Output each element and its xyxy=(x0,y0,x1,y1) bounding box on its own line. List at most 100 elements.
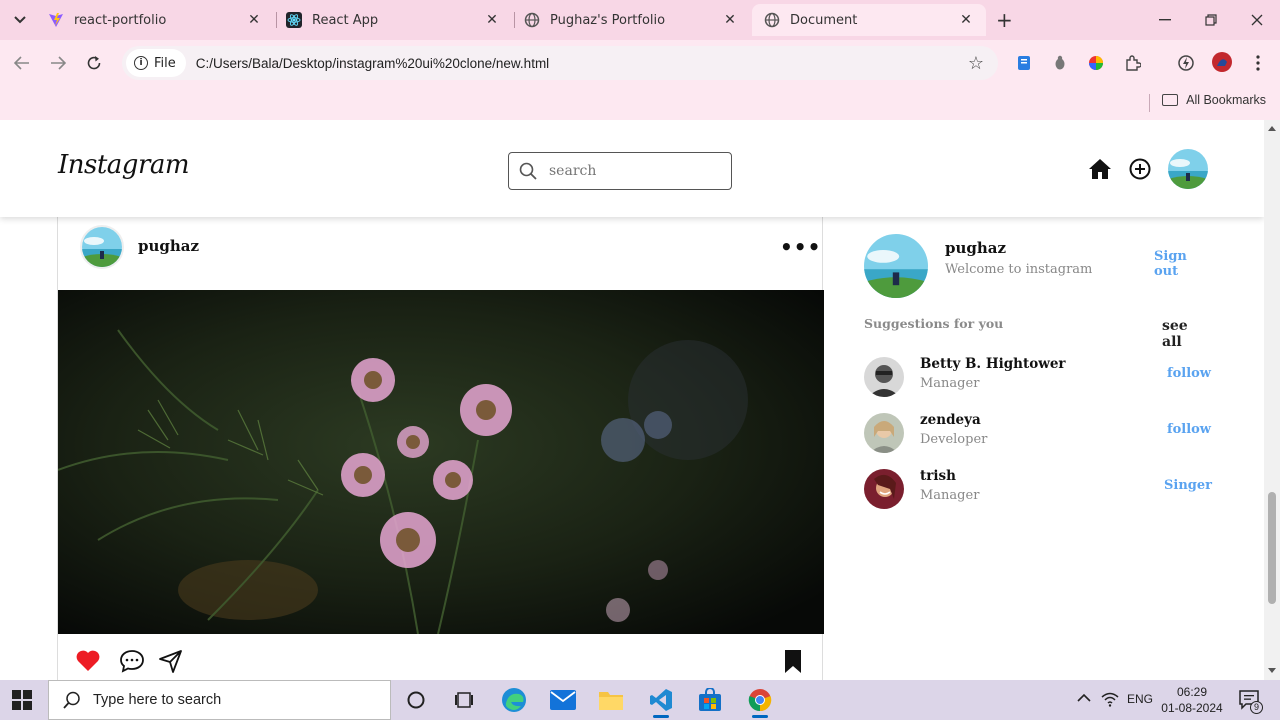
minimize-button[interactable] xyxy=(1153,8,1177,32)
mail-icon[interactable] xyxy=(549,686,577,714)
extensions-puzzle-icon[interactable] xyxy=(1124,54,1142,72)
active-app-indicator xyxy=(752,715,768,718)
suggestion-avatar[interactable] xyxy=(864,357,904,397)
clock-date: 01-08-2024 xyxy=(1161,701,1223,715)
arrow-left-icon xyxy=(14,56,29,70)
close-tab-icon[interactable]: ✕ xyxy=(722,12,738,28)
close-window-button[interactable] xyxy=(1245,8,1269,32)
menu-kebab-icon[interactable] xyxy=(1249,54,1267,72)
suggestion-name[interactable]: trish xyxy=(920,468,956,484)
extension-bug-icon[interactable] xyxy=(1051,54,1069,72)
add-post-icon[interactable] xyxy=(1128,157,1152,181)
follow-link[interactable]: follow xyxy=(1167,422,1211,437)
new-tab-button[interactable]: + xyxy=(996,10,1013,30)
site-info-chip[interactable]: i File xyxy=(126,49,186,77)
profile-avatar-icon[interactable] xyxy=(1212,52,1232,72)
sign-out-link[interactable]: Sign out xyxy=(1154,249,1209,279)
see-all-link[interactable]: see all xyxy=(1162,318,1209,350)
home-icon[interactable] xyxy=(1088,157,1112,181)
edge-icon[interactable] xyxy=(500,686,528,714)
heart-icon[interactable] xyxy=(75,648,101,674)
info-icon: i xyxy=(134,56,148,70)
arrow-right-icon xyxy=(51,56,66,70)
active-app-indicator xyxy=(653,715,669,718)
suggestion-role: Manager xyxy=(920,376,980,391)
tab-pughaz-portfolio[interactable]: Pughaz's Portfolio ✕ xyxy=(512,4,750,36)
forward-button[interactable] xyxy=(47,52,69,74)
profile-username[interactable]: pughaz xyxy=(945,239,1006,257)
post-image[interactable] xyxy=(58,290,824,634)
reload-button[interactable] xyxy=(83,52,105,74)
post-username[interactable]: pughaz xyxy=(138,237,199,255)
close-tab-icon[interactable]: ✕ xyxy=(484,12,500,28)
search-input[interactable] xyxy=(549,163,709,179)
follow-link[interactable]: Singer xyxy=(1164,478,1212,493)
react-icon xyxy=(286,12,302,28)
tab-react-portfolio[interactable]: react-portfolio ✕ xyxy=(36,4,274,36)
search-box[interactable] xyxy=(508,152,732,190)
url-text[interactable]: C:/Users/Bala/Desktop/instagram%20ui%20c… xyxy=(196,56,549,71)
avatar-portrait-image xyxy=(864,469,904,509)
windows-start-icon[interactable] xyxy=(12,690,32,710)
suggestion-name[interactable]: zendeya xyxy=(920,412,981,428)
scroll-up-icon[interactable] xyxy=(1268,126,1276,131)
performance-icon[interactable] xyxy=(1177,54,1195,72)
page-scrollbar[interactable] xyxy=(1264,120,1280,680)
sidebar: pughaz Welcome to instagram Sign out Sug… xyxy=(864,217,1212,517)
bookmark-star-icon[interactable]: ☆ xyxy=(968,53,984,74)
suggestion-name[interactable]: Betty B. Hightower xyxy=(920,356,1066,372)
taskbar-search[interactable]: Type here to search xyxy=(48,680,391,720)
close-tab-icon[interactable]: ✕ xyxy=(246,12,262,28)
task-view-icon[interactable] xyxy=(450,686,478,714)
more-options-icon[interactable]: ••• xyxy=(780,235,821,259)
cortana-icon[interactable] xyxy=(402,686,430,714)
suggestion-avatar[interactable] xyxy=(864,413,904,453)
tab-search-button[interactable] xyxy=(8,8,32,32)
scroll-thumb[interactable] xyxy=(1268,492,1276,604)
store-icon[interactable] xyxy=(696,686,724,714)
extension-color-icon[interactable] xyxy=(1087,54,1105,72)
post-actions xyxy=(58,648,824,678)
minimize-icon xyxy=(1159,19,1171,21)
comment-icon[interactable] xyxy=(119,648,145,674)
share-icon[interactable] xyxy=(158,648,184,674)
header-avatar[interactable] xyxy=(1168,149,1208,189)
tab-title: Pughaz's Portfolio xyxy=(550,12,666,28)
avatar-portrait-image xyxy=(864,413,904,453)
tab-react-app[interactable]: React App ✕ xyxy=(274,4,512,36)
reload-icon xyxy=(87,56,101,70)
flower-photo xyxy=(58,290,824,634)
wifi-icon[interactable] xyxy=(1101,691,1119,710)
file-label: File xyxy=(154,55,176,71)
avatar-landscape-image xyxy=(82,227,122,267)
search-icon xyxy=(519,162,537,180)
notifications-button[interactable]: 9 xyxy=(1238,689,1264,714)
scroll-down-icon[interactable] xyxy=(1268,668,1276,673)
suggestion-role: Developer xyxy=(920,432,988,447)
back-button[interactable] xyxy=(11,52,33,74)
all-bookmarks-button[interactable]: All Bookmarks xyxy=(1162,93,1266,107)
tab-document[interactable]: Document ✕ xyxy=(752,4,986,36)
all-bookmarks-label: All Bookmarks xyxy=(1186,93,1266,107)
bookmark-icon[interactable] xyxy=(780,648,806,674)
clock[interactable]: 06:29 01-08-2024 xyxy=(1158,684,1226,716)
profile-avatar[interactable] xyxy=(864,234,928,298)
close-tab-icon[interactable]: ✕ xyxy=(958,12,974,28)
browser-toolbar: i File C:/Users/Bala/Desktop/instagram%2… xyxy=(0,40,1280,86)
show-hidden-icons[interactable] xyxy=(1077,692,1091,706)
vite-icon xyxy=(48,12,64,28)
post-author-avatar[interactable] xyxy=(80,225,124,269)
vscode-icon[interactable] xyxy=(647,686,675,714)
suggestion-avatar[interactable] xyxy=(864,469,904,509)
chrome-icon[interactable] xyxy=(746,686,774,714)
language-indicator[interactable]: ENG xyxy=(1127,692,1153,706)
avatar-portrait-image xyxy=(864,357,904,397)
instagram-logo[interactable]: Instagram xyxy=(58,150,190,180)
follow-link[interactable]: follow xyxy=(1167,366,1211,381)
suggestion-role: Manager xyxy=(920,488,980,503)
extension-docs-icon[interactable] xyxy=(1015,54,1033,72)
address-bar[interactable]: i File C:/Users/Bala/Desktop/instagram%2… xyxy=(122,46,998,80)
restore-button[interactable] xyxy=(1199,8,1223,32)
globe-icon xyxy=(524,12,540,28)
file-explorer-icon[interactable] xyxy=(597,686,625,714)
